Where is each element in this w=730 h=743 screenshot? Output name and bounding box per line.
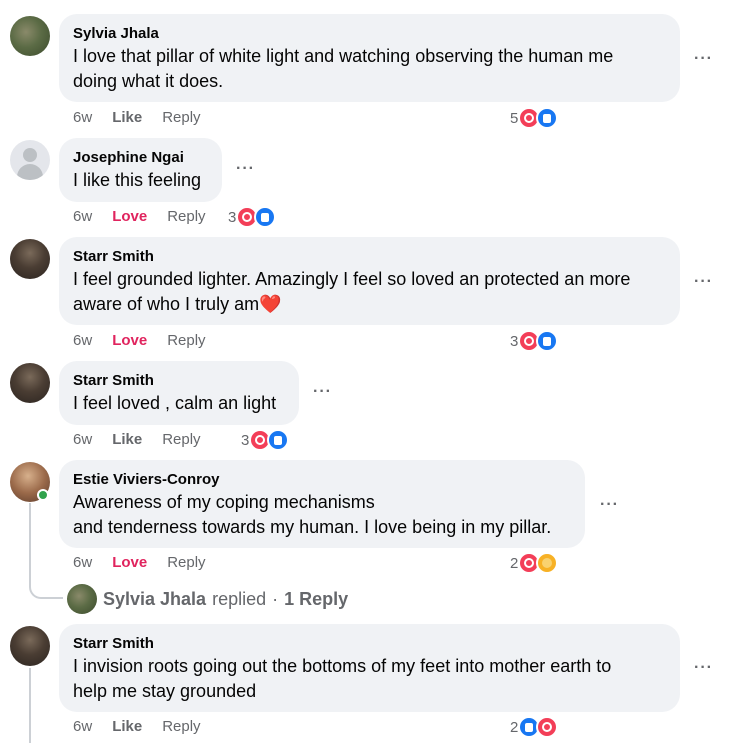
thread-connector bbox=[29, 503, 63, 599]
comment-actions: 6w Love Reply bbox=[73, 554, 206, 571]
reply-button[interactable]: Reply bbox=[167, 332, 205, 349]
comment-time[interactable]: 6w bbox=[73, 431, 92, 448]
reaction-count: 3 bbox=[241, 431, 250, 449]
comment-actions: 6w Love Reply bbox=[73, 332, 206, 349]
like-icon bbox=[267, 429, 290, 451]
comment-actions: 6w Like Reply bbox=[73, 431, 201, 448]
reaction-summary[interactable]: 3 bbox=[241, 429, 290, 451]
comment-author[interactable]: Starr Smith bbox=[73, 634, 666, 654]
comment-time[interactable]: 6w bbox=[73, 554, 92, 571]
avatar[interactable] bbox=[10, 140, 50, 180]
comment-bubble: Sylvia Jhala I love that pillar of white… bbox=[59, 14, 680, 102]
reaction-summary[interactable]: 2 bbox=[510, 552, 559, 574]
default-avatar-body bbox=[17, 164, 43, 180]
comment-author[interactable]: Estie Viviers-Conroy bbox=[73, 470, 571, 490]
love-icon bbox=[536, 716, 559, 738]
reaction-count: 2 bbox=[510, 554, 519, 572]
reply-button[interactable]: Reply bbox=[162, 109, 200, 126]
comment-bubble: Josephine Ngai I like this feeling bbox=[59, 138, 222, 202]
avatar[interactable] bbox=[10, 363, 50, 403]
reaction-count: 5 bbox=[510, 109, 519, 127]
like-icon bbox=[536, 107, 559, 129]
comment-author[interactable]: Starr Smith bbox=[73, 371, 285, 391]
more-options-icon[interactable]: ··· bbox=[694, 50, 713, 68]
comment-bubble: Estie Viviers-Conroy Awareness of my cop… bbox=[59, 460, 585, 548]
comment-text-line: and tenderness towards my human. I love … bbox=[73, 517, 552, 537]
reply-button[interactable]: Reply bbox=[167, 208, 205, 225]
comment-time[interactable]: 6w bbox=[73, 332, 92, 349]
avatar[interactable] bbox=[10, 626, 50, 666]
comment-text-line: help me stay grounded bbox=[73, 681, 257, 701]
like-icon bbox=[536, 330, 559, 352]
default-avatar-head bbox=[23, 148, 37, 162]
like-button[interactable]: Like bbox=[112, 718, 142, 735]
view-replies-link[interactable]: Sylvia Jhala replied · 1 Reply bbox=[67, 584, 348, 614]
reaction-summary[interactable]: 5 bbox=[510, 107, 559, 129]
comment-bubble: Starr Smith I feel grounded lighter. Ama… bbox=[59, 237, 680, 325]
comment-actions: 6w Like Reply bbox=[73, 718, 201, 735]
reply-button[interactable]: Reply bbox=[162, 431, 200, 448]
reply-button[interactable]: Reply bbox=[167, 554, 205, 571]
comment-text-line: I feel grounded lighter. Amazingly I fee… bbox=[73, 269, 631, 289]
reaction-summary[interactable]: 2 bbox=[510, 716, 559, 738]
comment-author[interactable]: Josephine Ngai bbox=[73, 148, 208, 168]
comment-time[interactable]: 6w bbox=[73, 109, 92, 126]
comment-text-line: doing what it does. bbox=[73, 71, 224, 91]
care-icon bbox=[536, 552, 559, 574]
comment-actions: 6w Love Reply bbox=[73, 208, 206, 225]
avatar[interactable] bbox=[10, 16, 50, 56]
love-button[interactable]: Love bbox=[112, 554, 147, 571]
like-button[interactable]: Like bbox=[112, 109, 142, 126]
comment-bubble: Starr Smith I feel loved , calm an light bbox=[59, 361, 299, 425]
replied-verb: replied bbox=[212, 588, 267, 609]
comment-author[interactable]: Sylvia Jhala bbox=[73, 24, 666, 44]
more-options-icon[interactable]: ··· bbox=[313, 383, 332, 401]
comment-bubble: Starr Smith I invision roots going out t… bbox=[59, 624, 680, 712]
reaction-count: 3 bbox=[510, 332, 519, 350]
reply-button[interactable]: Reply bbox=[162, 718, 200, 735]
separator: · bbox=[272, 588, 279, 609]
online-status-icon bbox=[37, 489, 49, 501]
reaction-count: 3 bbox=[228, 208, 237, 226]
comment-text-line: Awareness of my coping mechanisms bbox=[73, 492, 375, 512]
like-button[interactable]: Like bbox=[112, 431, 142, 448]
reply-count: 1 Reply bbox=[284, 588, 349, 609]
comment-time[interactable]: 6w bbox=[73, 208, 92, 225]
comment-author[interactable]: Starr Smith bbox=[73, 247, 666, 267]
comment-time[interactable]: 6w bbox=[73, 718, 92, 735]
comment-text-line: I feel loved , calm an light bbox=[73, 393, 277, 413]
comment-text-line: I like this feeling bbox=[73, 170, 202, 190]
comment-text-line: I invision roots going out the bottoms o… bbox=[73, 656, 612, 676]
love-button[interactable]: Love bbox=[112, 208, 147, 225]
reaction-summary[interactable]: 3 bbox=[510, 330, 559, 352]
love-button[interactable]: Love bbox=[112, 332, 147, 349]
comment-text-line: aware of who I truly am❤️ bbox=[73, 294, 282, 314]
comment-actions: 6w Like Reply bbox=[73, 109, 201, 126]
replier-name: Sylvia Jhala bbox=[103, 588, 207, 609]
reaction-summary[interactable]: 3 bbox=[228, 206, 277, 228]
more-options-icon[interactable]: ··· bbox=[694, 273, 713, 291]
more-options-icon[interactable]: ··· bbox=[694, 659, 713, 677]
reaction-count: 2 bbox=[510, 718, 519, 736]
thread-connector bbox=[29, 668, 31, 743]
more-options-icon[interactable]: ··· bbox=[236, 160, 255, 178]
like-icon bbox=[254, 206, 277, 228]
comment-text-line: I love that pillar of white light and wa… bbox=[73, 46, 614, 66]
more-options-icon[interactable]: ··· bbox=[600, 496, 619, 514]
avatar[interactable] bbox=[10, 239, 50, 279]
avatar bbox=[67, 584, 97, 614]
